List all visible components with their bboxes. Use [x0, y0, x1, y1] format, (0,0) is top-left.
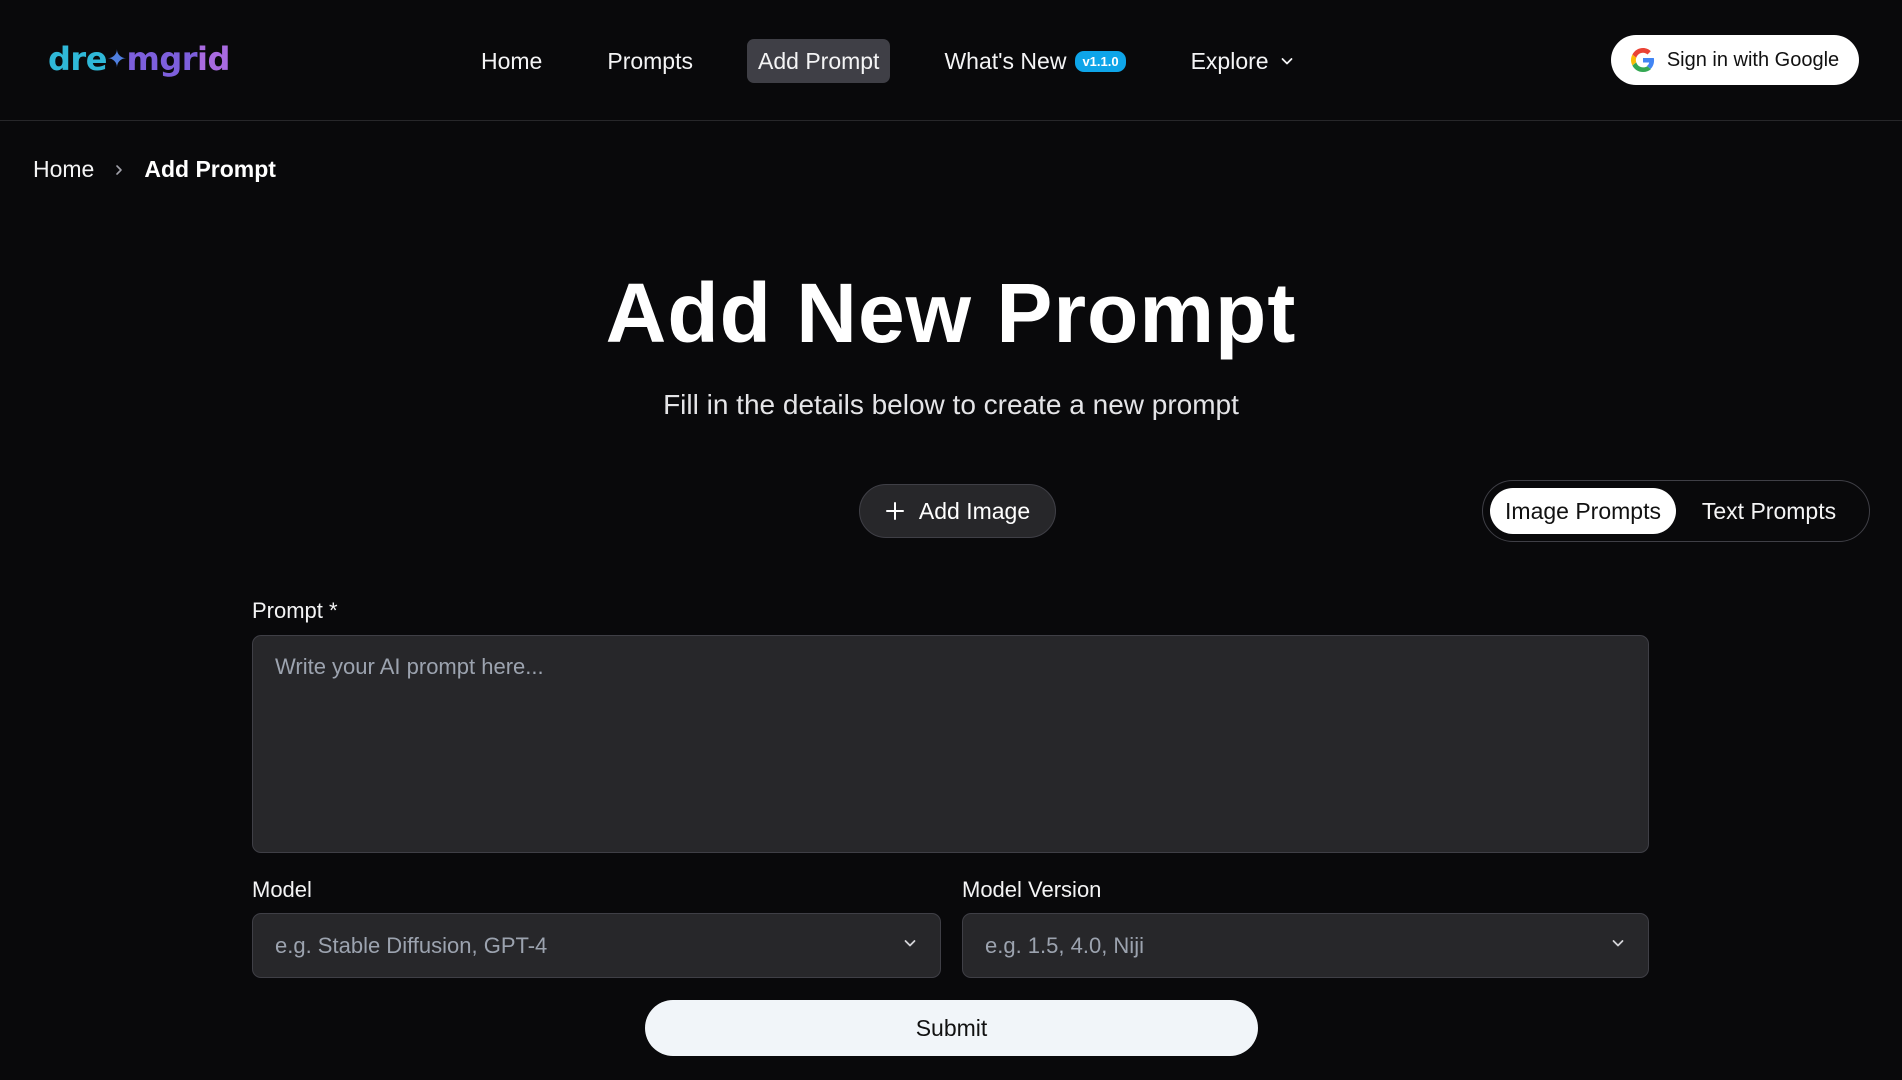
- model-version-label: Model Version: [962, 877, 1102, 902]
- signin-label: Sign in with Google: [1666, 48, 1840, 71]
- chevron-down-icon: [1610, 935, 1626, 956]
- page-title: Add New Prompt: [605, 266, 1297, 360]
- google-icon: [1630, 48, 1655, 72]
- nav-links: Home Prompts Add Prompt What's New v1.1.…: [470, 38, 1349, 84]
- page-subtitle: Fill in the details below to create a ne…: [663, 389, 1239, 420]
- top-navbar: dre✦mgrid Home Prompts Add Prompt What's…: [0, 0, 1902, 121]
- text-prompts-tab[interactable]: Text Prompts: [1676, 488, 1862, 534]
- logo-text-part3: id: [197, 40, 230, 78]
- model-label: Model: [252, 877, 312, 902]
- nav-explore-dropdown[interactable]: Explore: [1180, 39, 1306, 83]
- model-select[interactable]: e.g. Stable Diffusion, GPT-4: [252, 913, 941, 978]
- text-prompts-label: Text Prompts: [1701, 497, 1837, 524]
- nav-home-link[interactable]: Home: [470, 39, 553, 83]
- add-image-button[interactable]: Add Image: [859, 484, 1056, 538]
- nav-prompts-label: Prompts: [607, 47, 693, 74]
- google-signin-button[interactable]: Sign in with Google: [1611, 35, 1859, 85]
- prompt-label: Prompt *: [252, 598, 338, 623]
- nav-prompts-link[interactable]: Prompts: [596, 39, 704, 83]
- nav-whats-new-link[interactable]: What's New v1.1.0: [933, 39, 1136, 83]
- breadcrumb: Home Add Prompt: [33, 156, 276, 183]
- chevron-down-icon: [902, 935, 918, 956]
- nav-home-label: Home: [481, 47, 543, 74]
- submit-button[interactable]: Submit: [645, 1000, 1258, 1056]
- breadcrumb-current: Add Prompt: [144, 156, 276, 182]
- nav-whats-new-label: What's New: [944, 47, 1067, 74]
- add-image-label: Add Image: [918, 497, 1031, 524]
- image-prompts-label: Image Prompts: [1505, 497, 1661, 524]
- model-version-select[interactable]: e.g. 1.5, 4.0, Niji: [962, 913, 1649, 978]
- chevron-down-icon: [1279, 53, 1295, 69]
- logo-star-icon: ✦: [106, 45, 127, 73]
- nav-explore-label: Explore: [1190, 47, 1269, 74]
- brand-logo[interactable]: dre✦mgrid: [48, 40, 230, 78]
- image-prompts-tab[interactable]: Image Prompts: [1490, 488, 1676, 534]
- chevron-right-icon: [112, 163, 126, 177]
- prompt-textarea[interactable]: [252, 635, 1649, 853]
- plus-icon: [885, 501, 905, 521]
- prompt-type-toggle: Image Prompts Text Prompts: [1482, 480, 1870, 542]
- logo-text-part1: dre: [48, 40, 107, 78]
- nav-add-prompt-label: Add Prompt: [758, 47, 880, 74]
- version-badge: v1.1.0: [1075, 50, 1126, 72]
- nav-add-prompt-link[interactable]: Add Prompt: [747, 39, 891, 83]
- model-version-placeholder: e.g. 1.5, 4.0, Niji: [985, 932, 1144, 958]
- breadcrumb-home-link[interactable]: Home: [33, 156, 94, 183]
- logo-text-part2: mgr: [126, 40, 198, 78]
- model-placeholder: e.g. Stable Diffusion, GPT-4: [275, 932, 548, 958]
